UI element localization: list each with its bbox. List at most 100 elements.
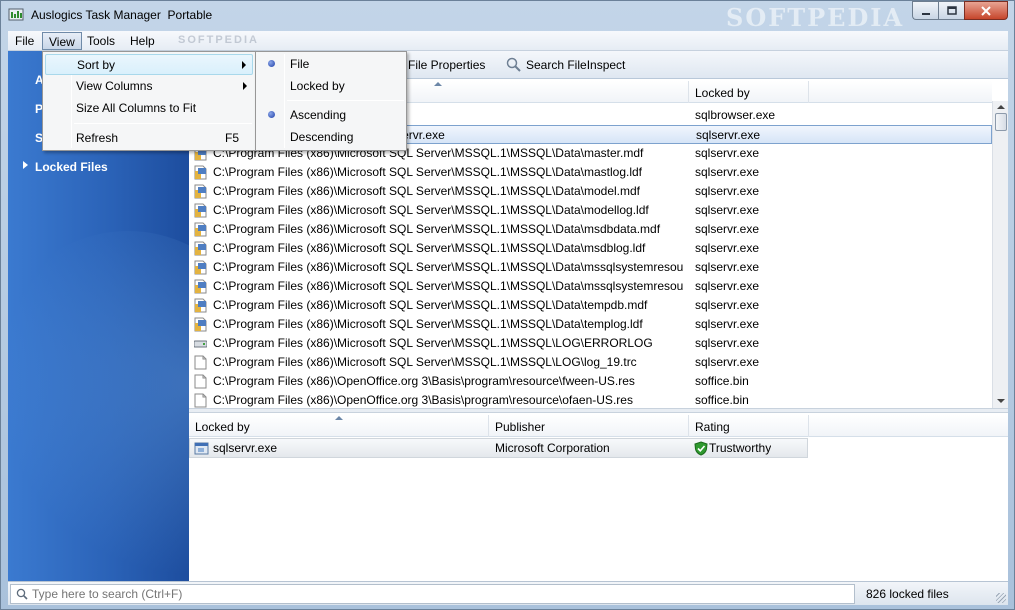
file-path-cell: C:\Program Files (x86)\Microsoft SQL Ser… xyxy=(213,165,643,179)
window-title: Auslogics Task Manager Portable xyxy=(31,8,213,22)
file-properties-button[interactable]: File Properties xyxy=(408,58,485,72)
size-columns-label: Size All Columns to Fit xyxy=(76,101,197,115)
minimize-button[interactable] xyxy=(912,1,938,20)
table-row[interactable]: C:\Program Files (x86)\Microsoft SQL Ser… xyxy=(189,315,992,334)
submenu-separator xyxy=(287,100,404,101)
details-publisher-value: Microsoft Corporation xyxy=(495,441,610,455)
process-icon xyxy=(194,442,209,455)
search-input[interactable] xyxy=(32,587,832,601)
details-rating-value: Trustworthy xyxy=(709,441,772,455)
sort-option-locked-by[interactable]: Locked by xyxy=(258,76,404,97)
rating-column-label: Rating xyxy=(695,420,730,434)
file-path-cell: C:\Program Files (x86)\Microsoft SQL Ser… xyxy=(213,355,637,369)
nav-arrow-icon xyxy=(23,161,28,169)
resize-grip-icon[interactable] xyxy=(996,593,1006,603)
file-path-cell: C:\Program Files (x86)\OpenOffice.org 3\… xyxy=(213,374,635,388)
locked-by-cell: sqlservr.exe xyxy=(695,165,760,179)
details-locked-by-label: Locked by xyxy=(195,420,250,434)
locked-by-cell: sqlservr.exe xyxy=(696,128,761,142)
drive-file-icon xyxy=(194,340,207,348)
sort-option-descending[interactable]: Descending xyxy=(258,127,404,148)
locked-by-cell: sqlservr.exe xyxy=(695,260,760,274)
rating-column-header[interactable]: Rating xyxy=(689,415,809,437)
table-row[interactable]: C:\Program Files (x86)\Microsoft SQL Ser… xyxy=(189,163,992,182)
maximize-icon xyxy=(946,5,957,15)
table-row[interactable]: C:\Program Files (x86)\OpenOffice.org 3\… xyxy=(189,391,992,408)
locked-by-cell: sqlservr.exe xyxy=(695,146,760,160)
maximize-button[interactable] xyxy=(938,1,964,20)
vertical-scrollbar[interactable] xyxy=(992,101,1008,408)
menu-help[interactable]: Help xyxy=(124,32,161,50)
search-fileinspect-button[interactable]: Search FileInspect xyxy=(526,58,625,72)
title-bar[interactable]: Auslogics Task Manager Portable SOFTPEDI… xyxy=(1,1,1014,32)
locked-by-column-header[interactable]: Locked by xyxy=(689,81,809,103)
scroll-down-icon[interactable] xyxy=(997,399,1005,403)
table-row[interactable]: C:\Program Files (x86)\Microsoft SQL Ser… xyxy=(189,277,992,296)
db-file-icon xyxy=(194,317,207,332)
details-row[interactable]: sqlservr.exe Microsoft Corporation Trust… xyxy=(189,438,808,458)
table-row[interactable]: C:\Program Files (x86)\Microsoft SQL Ser… xyxy=(189,334,992,353)
sort-by-submenu: File Locked by Ascending Descending xyxy=(255,51,407,151)
table-row[interactable]: C:\Program Files (x86)\OpenOffice.org 3\… xyxy=(189,372,992,391)
locked-by-cell: sqlservr.exe xyxy=(695,184,760,198)
sort-option-file[interactable]: File xyxy=(258,54,404,75)
sort-locked-by-label: Locked by xyxy=(290,79,345,93)
locked-by-cell: sqlservr.exe xyxy=(695,222,760,236)
sort-ascending-icon xyxy=(434,82,442,86)
details-locked-by-value: sqlservr.exe xyxy=(213,441,278,455)
search-fileinspect-icon xyxy=(506,57,521,72)
db-file-icon xyxy=(194,260,207,275)
table-row[interactable]: C:\Program Files (x86)\Microsoft SQL Ser… xyxy=(189,353,992,372)
file-path-cell: C:\Program Files (x86)\Microsoft SQL Ser… xyxy=(213,336,653,350)
locked-by-cell: soffice.bin xyxy=(695,374,749,388)
details-sort-icon xyxy=(335,416,343,420)
menu-watermark: SOFTPEDIA xyxy=(178,34,259,46)
locked-by-cell: sqlservr.exe xyxy=(695,279,760,293)
menu-file[interactable]: File xyxy=(9,32,40,50)
doc-file-icon xyxy=(194,355,207,370)
search-box[interactable] xyxy=(10,584,855,604)
publisher-column-header[interactable]: Publisher xyxy=(489,415,689,437)
table-row[interactable]: C:\Program Files (x86)\Microsoft SQL Ser… xyxy=(189,201,992,220)
sort-option-ascending[interactable]: Ascending xyxy=(258,105,404,126)
table-row[interactable]: C:\Program Files (x86)\Microsoft SQL Ser… xyxy=(189,296,992,315)
menu-item-refresh[interactable]: Refresh F5 xyxy=(45,128,253,149)
nav-item-locked-files[interactable]: Locked Files xyxy=(35,160,108,174)
menu-tools[interactable]: Tools xyxy=(81,32,121,50)
sort-by-label: Sort by xyxy=(77,58,116,72)
menu-item-sort-by[interactable]: Sort by xyxy=(45,54,253,75)
view-columns-label: View Columns xyxy=(76,79,153,93)
details-locked-by-header[interactable]: Locked by xyxy=(189,415,489,437)
db-file-icon xyxy=(194,165,207,180)
close-icon xyxy=(981,5,991,16)
scroll-up-icon[interactable] xyxy=(997,105,1005,109)
panel-decoration xyxy=(8,231,189,581)
refresh-shortcut: F5 xyxy=(224,131,239,145)
db-file-icon xyxy=(194,298,207,313)
table-row[interactable]: C:\Program Files (x86)\Microsoft SQL Ser… xyxy=(189,239,992,258)
locked-by-cell: sqlservr.exe xyxy=(695,336,760,350)
submenu-arrow-icon xyxy=(243,82,247,90)
table-row[interactable]: C:\Program Files (x86)\Microsoft SQL Ser… xyxy=(189,220,992,239)
menu-item-size-columns[interactable]: Size All Columns to Fit xyxy=(45,98,253,119)
db-file-icon xyxy=(194,222,207,237)
doc-file-icon xyxy=(194,374,207,389)
publisher-column-label: Publisher xyxy=(495,420,546,434)
pane-splitter[interactable] xyxy=(189,408,1008,413)
menu-item-view-columns[interactable]: View Columns xyxy=(45,76,253,97)
file-path-cell: C:\Program Files (x86)\Microsoft SQL Ser… xyxy=(213,222,661,236)
menu-bar: File View Tools Help SOFTPEDIA xyxy=(8,31,1008,51)
scrollbar-thumb[interactable] xyxy=(995,113,1007,131)
db-file-icon xyxy=(194,279,207,294)
file-path-cell: C:\Program Files (x86)\Microsoft SQL Ser… xyxy=(213,203,649,217)
table-row[interactable]: C:\Program Files (x86)\Microsoft SQL Ser… xyxy=(189,258,992,277)
file-path-cell: C:\Program Files (x86)\Microsoft SQL Ser… xyxy=(213,260,683,274)
table-row[interactable]: C:\Program Files (x86)\Microsoft SQL Ser… xyxy=(189,182,992,201)
locked-by-cell: sqlbrowser.exe xyxy=(695,108,776,122)
task-manager-app-icon xyxy=(8,8,24,21)
close-button[interactable] xyxy=(964,1,1008,20)
search-icon xyxy=(16,588,28,600)
menu-view[interactable]: View xyxy=(42,32,82,50)
locked-files-count: 826 locked files xyxy=(866,587,949,601)
file-path-cell: C:\Program Files (x86)\OpenOffice.org 3\… xyxy=(213,393,633,407)
